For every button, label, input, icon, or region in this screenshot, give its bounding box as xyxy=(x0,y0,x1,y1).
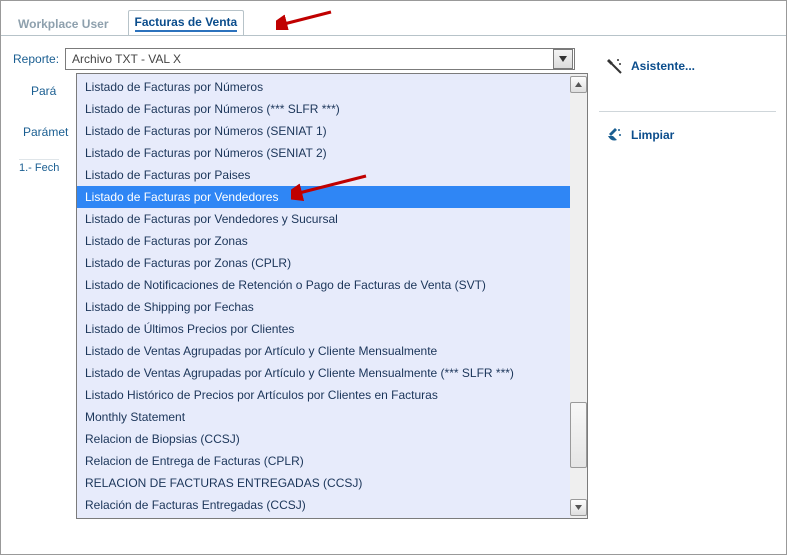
limpiar-label: Limpiar xyxy=(631,128,674,142)
dropdown-option[interactable]: Listado de Facturas por Números (SENIAT … xyxy=(77,142,570,164)
asistente-label: Asistente... xyxy=(631,59,695,73)
scrollbar[interactable] xyxy=(570,74,587,518)
dropdown-items: Listado de Facturas por NúmerosListado d… xyxy=(77,74,570,518)
asistente-link[interactable]: Asistente... xyxy=(601,51,776,81)
dropdown-option[interactable]: Listado de Shipping por Fechas xyxy=(77,296,570,318)
dropdown-option[interactable]: Monthly Statement xyxy=(77,406,570,428)
dropdown-option[interactable]: Listado de Notificaciones de Retención o… xyxy=(77,274,570,296)
scroll-down-icon[interactable] xyxy=(570,499,587,516)
scroll-up-icon[interactable] xyxy=(570,76,587,93)
report-dropdown: Listado de Facturas por NúmerosListado d… xyxy=(76,73,588,519)
sidebar-divider xyxy=(599,111,776,112)
app-window: Workplace User Facturas de Venta Reporte… xyxy=(0,0,787,555)
dropdown-option[interactable]: Listado de Facturas por Números (*** SLF… xyxy=(77,98,570,120)
limpiar-link[interactable]: Limpiar xyxy=(601,120,776,150)
report-label: Reporte: xyxy=(13,52,59,66)
dropdown-option[interactable]: Listado de Facturas por Zonas (CPLR) xyxy=(77,252,570,274)
dropdown-option[interactable]: Listado de Facturas por Zonas xyxy=(77,230,570,252)
dropdown-option[interactable]: Relacion de Entrega de Facturas (CPLR) xyxy=(77,450,570,472)
dropdown-option[interactable]: Listado Histórico de Precios por Artícul… xyxy=(77,384,570,406)
param-1[interactable]: 1.- Fech xyxy=(19,159,59,176)
param-list: 1.- Fech xyxy=(15,159,59,176)
report-select[interactable]: Archivo TXT - VAL X xyxy=(65,48,575,70)
tab-facturas-venta[interactable]: Facturas de Venta xyxy=(128,10,245,35)
main-tabs: Workplace User Facturas de Venta xyxy=(1,1,786,36)
wizard-icon xyxy=(605,57,623,75)
params-heading: Parámet xyxy=(23,125,68,139)
clean-icon xyxy=(605,126,623,144)
sidebar: Asistente... Limpiar xyxy=(601,51,776,150)
dropdown-option[interactable]: Listado de Facturas por Vendedores y Suc… xyxy=(77,208,570,230)
dropdown-option[interactable]: Listado de Ventas Agrupadas por Artículo… xyxy=(77,362,570,384)
tab-workplace-user[interactable]: Workplace User xyxy=(11,12,116,35)
report-select-value: Archivo TXT - VAL X xyxy=(66,52,187,66)
dropdown-option[interactable]: Listado de Facturas por Números xyxy=(77,76,570,98)
dropdown-option[interactable]: Relacion de Biopsias (CCSJ) xyxy=(77,428,570,450)
dropdown-option[interactable]: Listado de Ventas Agrupadas por Artículo… xyxy=(77,340,570,362)
sub-tab-parameters[interactable]: Pará xyxy=(23,81,70,101)
dropdown-option[interactable]: Listado de Facturas por Paises xyxy=(77,164,570,186)
dropdown-option[interactable]: RELACION DE FACTURAS ENTREGADAS (CCSJ) xyxy=(77,472,570,494)
dropdown-option[interactable]: Listado de Facturas por Números (SENIAT … xyxy=(77,120,570,142)
dropdown-option[interactable]: Listado de Facturas por Vendedores xyxy=(77,186,570,208)
dropdown-option[interactable]: Relación de Facturas Entregadas (CCSJ) xyxy=(77,494,570,516)
scroll-track[interactable] xyxy=(571,468,586,499)
scroll-thumb[interactable] xyxy=(570,402,587,468)
scroll-track[interactable] xyxy=(571,93,586,402)
chevron-down-icon[interactable] xyxy=(553,49,573,69)
dropdown-option[interactable]: Listado de Últimos Precios por Clientes xyxy=(77,318,570,340)
